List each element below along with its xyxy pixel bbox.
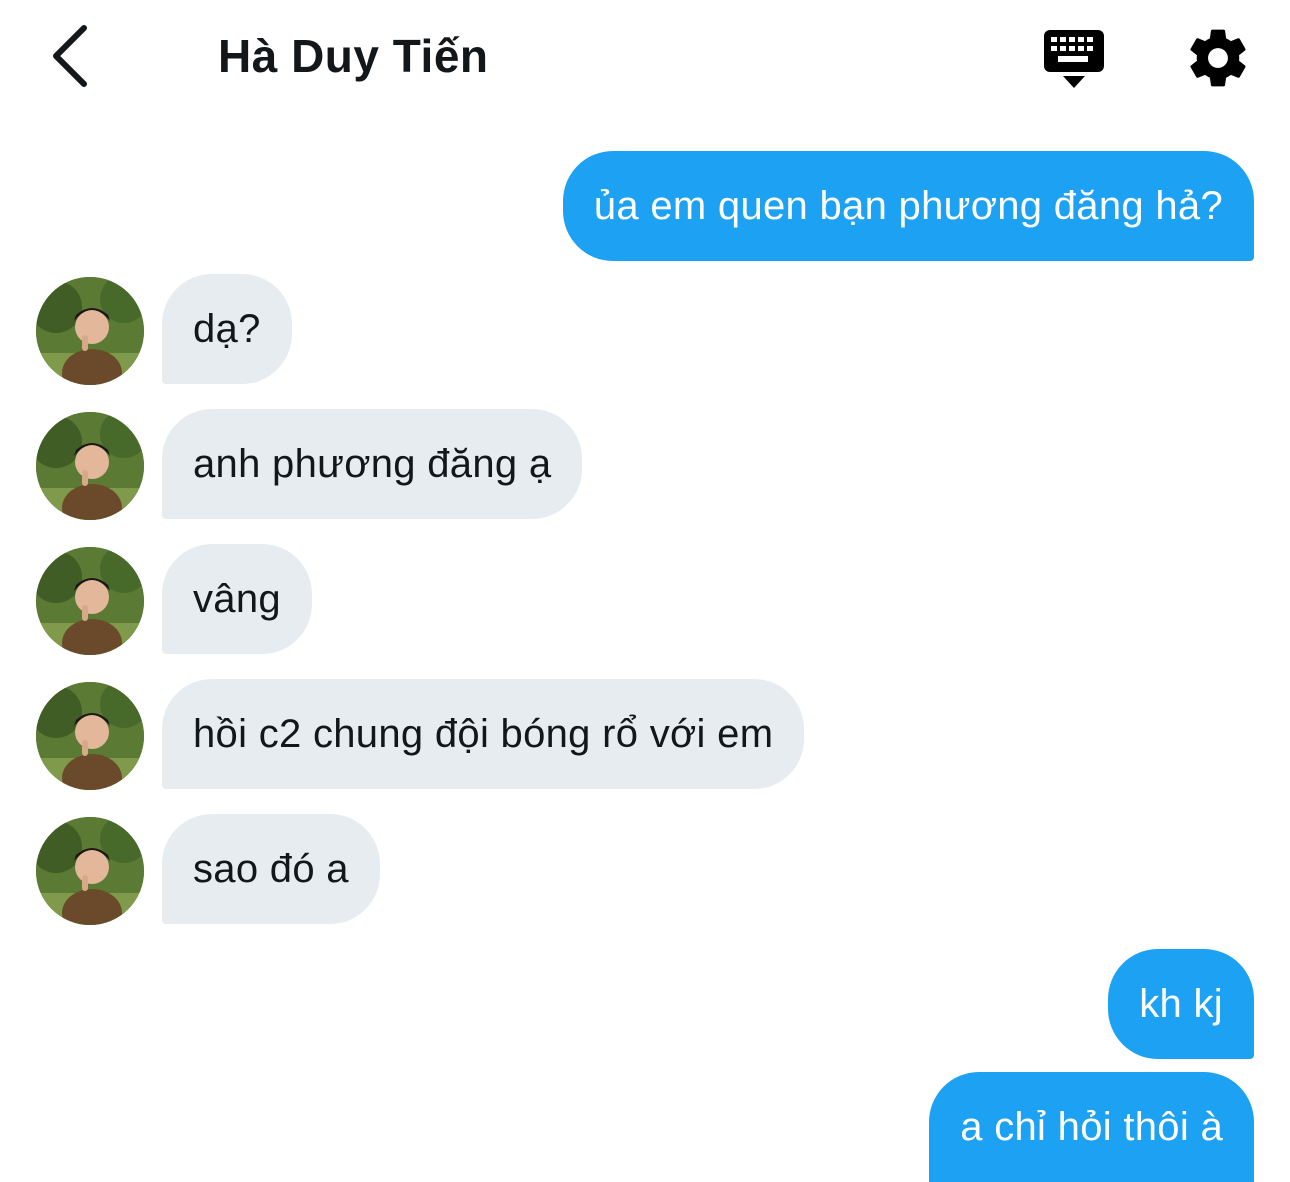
keyboard-toggle-button[interactable] — [1040, 26, 1110, 90]
message-bubble-incoming[interactable]: vâng — [162, 544, 312, 654]
message-bubble-incoming[interactable]: sao đó a — [162, 814, 380, 924]
avatar[interactable] — [36, 817, 144, 925]
conversation-title: Hà Duy Tiến — [218, 30, 489, 82]
message-bubble-incoming[interactable]: anh phương đăng ạ — [162, 409, 583, 519]
chevron-left-icon — [53, 25, 87, 87]
avatar[interactable] — [36, 412, 144, 520]
message-bubble-outgoing[interactable]: a chỉ hỏi thôi à — [929, 1072, 1254, 1182]
back-button[interactable] — [40, 24, 100, 88]
message-bubble-incoming[interactable]: dạ? — [162, 274, 292, 384]
gear-icon — [1190, 29, 1246, 87]
avatar[interactable] — [36, 547, 144, 655]
avatar[interactable] — [36, 277, 144, 385]
conversation-header: Hà Duy Tiến — [0, 0, 1290, 120]
avatar[interactable] — [36, 682, 144, 790]
message-bubble-incoming[interactable]: hồi c2 chung đội bóng rổ với em — [162, 679, 805, 789]
message-bubble-outgoing[interactable]: ủa em quen bạn phương đăng hả? — [562, 151, 1254, 261]
keyboard-icon — [1044, 30, 1104, 88]
message-bubble-outgoing[interactable]: kh kj — [1108, 949, 1254, 1059]
settings-button[interactable] — [1184, 24, 1252, 92]
